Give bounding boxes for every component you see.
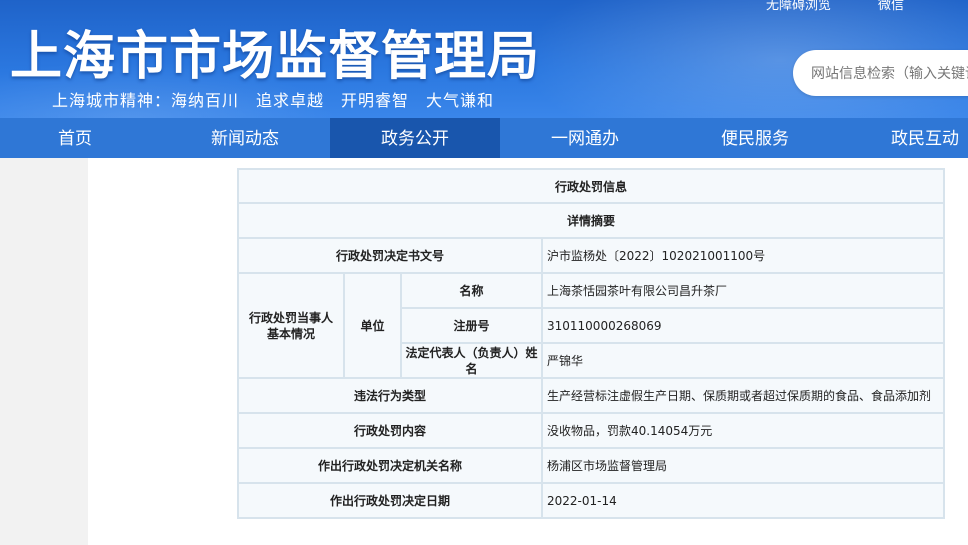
nav-item-interaction[interactable]: 政民互动 [840,118,968,158]
search-box [793,50,968,96]
table-subtitle: 详情摘要 [237,202,945,239]
legal-rep-cell: 法定代表人（负责人）姓名 [400,342,543,379]
party-info-cell: 行政处罚当事人基本情况 [237,272,345,379]
authority-value: 杨浦区市场监督管理局 [541,447,945,484]
nav-item-one-net-service[interactable]: 一网通办 [500,118,670,158]
penalty-content-label: 行政处罚内容 [237,412,543,449]
violation-type-label: 违法行为类型 [237,377,543,414]
table-row: 行政处罚决定书文号 沪市监杨处〔2022〕102021001100号 [237,237,945,274]
decision-date-label: 作出行政处罚决定日期 [237,482,543,519]
legal-rep-value: 严锦华 [541,342,945,379]
decision-number-value: 沪市监杨处〔2022〕102021001100号 [541,237,945,274]
penalty-content-value: 没收物品，罚款40.14054万元 [541,412,945,449]
wechat-link[interactable]: 微信 [878,0,904,13]
name-label: 名称 [400,272,543,309]
decision-number-label: 行政处罚决定书文号 [237,237,543,274]
site-title[interactable]: 上海市市场监督管理局 [10,14,540,89]
city-spirit-slogan: 上海城市精神：海纳百川 追求卓越 开明睿智 大气谦和 [52,91,495,110]
accessibility-link[interactable]: 无障碍浏览 [766,0,831,13]
table-row: 作出行政处罚决定日期 2022-01-14 [237,482,945,519]
nav-item-home[interactable]: 首页 [0,118,150,158]
nav-item-news[interactable]: 新闻动态 [160,118,330,158]
table-title: 行政处罚信息 [237,168,945,204]
unit-label: 单位 [343,272,402,379]
authority-label: 作出行政处罚决定机关名称 [237,447,543,484]
table-row: 详情摘要 [237,202,945,239]
penalty-info-table: 行政处罚信息 详情摘要 行政处罚决定书文号 沪市监杨处〔2022〕1020210… [237,168,945,519]
decision-date-value: 2022-01-14 [541,482,945,519]
site-header: 上海市市场监督管理局 上海城市精神：海纳百川 追求卓越 开明睿智 大气谦和 无障… [0,0,968,118]
nav-item-gov-affairs[interactable]: 政务公开 [330,118,500,158]
table-row: 行政处罚当事人基本情况 单位 名称 上海茶恬园茶叶有限公司昌升茶厂 [237,272,945,379]
table-row: 行政处罚内容 没收物品，罚款40.14054万元 [237,412,945,449]
party-info-label: 行政处罚当事人基本情况 [248,310,333,341]
table-row: 作出行政处罚决定机关名称 杨浦区市场监督管理局 [237,447,945,484]
table-row: 违法行为类型 生产经营标注虚假生产日期、保质期或者超过保质期的食品、食品添加剂 [237,377,945,414]
registration-value: 310110000268069 [541,307,945,344]
nav-item-public-service[interactable]: 便民服务 [670,118,840,158]
main-nav: 首页 新闻动态 政务公开 一网通办 便民服务 政民互动 [0,118,968,158]
registration-label: 注册号 [400,307,543,344]
name-value: 上海茶恬园茶叶有限公司昌升茶厂 [541,272,945,309]
search-input[interactable] [809,63,968,85]
violation-type-value: 生产经营标注虚假生产日期、保质期或者超过保质期的食品、食品添加剂 [541,377,945,414]
legal-rep-label: 法定代表人（负责人）姓名 [405,345,538,376]
table-row: 行政处罚信息 [237,168,945,204]
